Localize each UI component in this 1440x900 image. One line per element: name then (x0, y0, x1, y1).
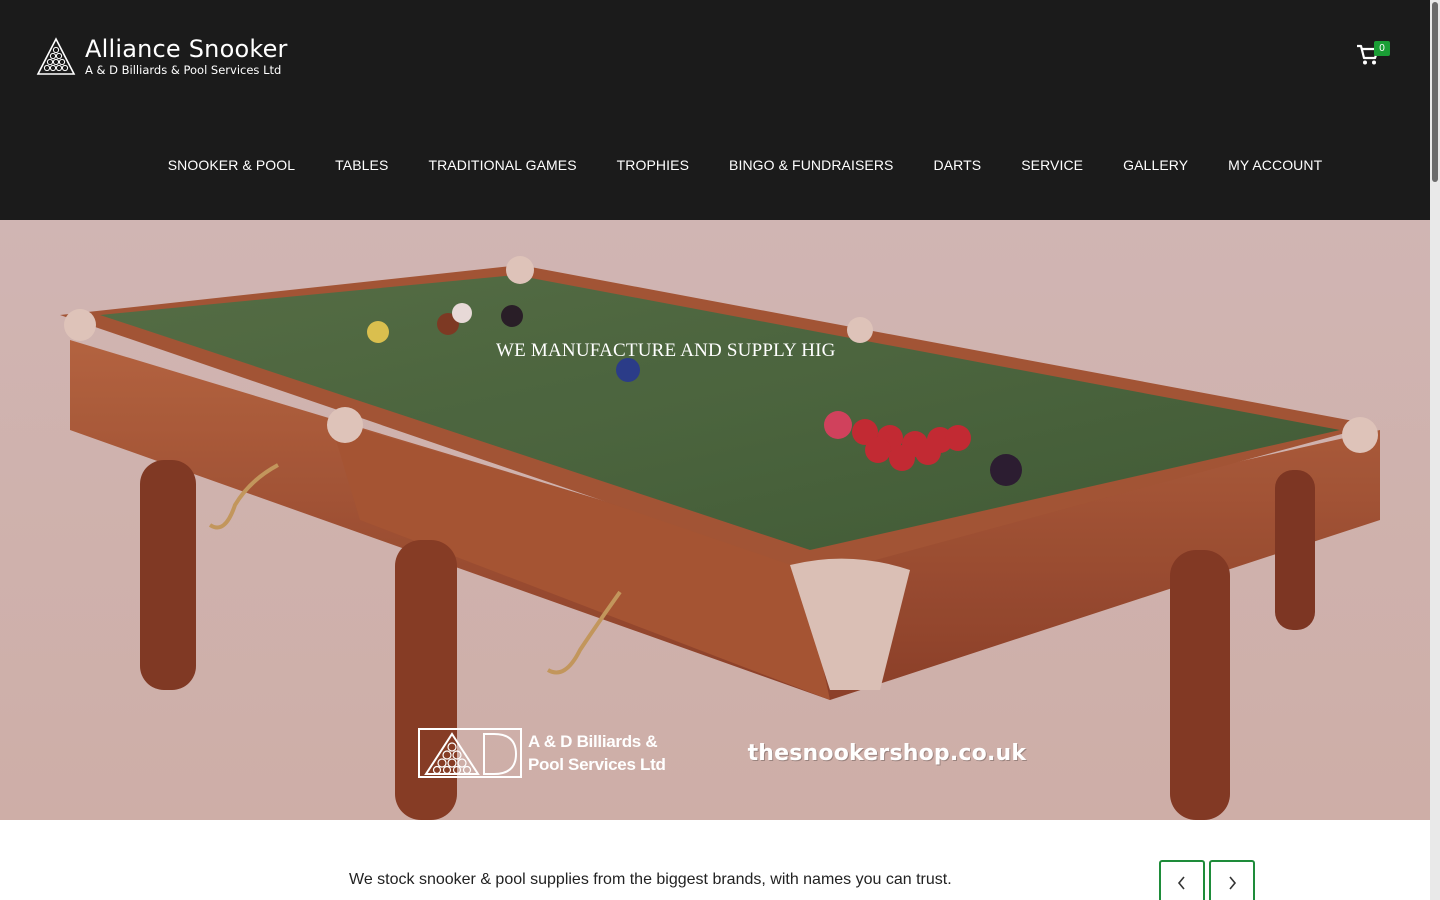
nav-item-gallery[interactable]: GALLERY (1103, 155, 1208, 175)
carousel-next-button[interactable] (1209, 860, 1255, 900)
ad-billiards-logo: A & D Billiards & Pool Services Ltd (418, 728, 666, 778)
logo-text: Alliance Snooker A & D Billiards & Pool … (85, 36, 288, 77)
ad-logo-text: A & D Billiards & Pool Services Ltd (528, 730, 666, 776)
chevron-right-icon (1229, 876, 1237, 890)
nav-item-darts[interactable]: DARTS (914, 155, 1002, 175)
site-logo[interactable]: Alliance Snooker A & D Billiards & Pool … (36, 36, 288, 77)
nav-item-service[interactable]: SERVICE (1001, 155, 1103, 175)
ad-logo-text-line2: Pool Services Ltd (528, 755, 666, 774)
logo-subtitle: A & D Billiards & Pool Services Ltd (85, 63, 282, 77)
ad-logo-text-line1: A & D Billiards & (528, 732, 658, 751)
ad-logo-mark (418, 728, 522, 778)
logo-title: Alliance Snooker (85, 35, 288, 63)
hero-logos: A & D Billiards & Pool Services Ltd thes… (418, 728, 1026, 778)
cart-count-badge: 0 (1374, 41, 1390, 56)
nav-item-traditional-games[interactable]: TRADITIONAL GAMES (408, 155, 596, 175)
triangle-rack-icon (36, 36, 76, 75)
carousel-prev-button[interactable] (1159, 860, 1205, 900)
nav-item-my-account[interactable]: MY ACCOUNT (1208, 155, 1342, 175)
snooker-shop-logo: thesnookershop.co.uk (747, 740, 1027, 766)
nav-item-trophies[interactable]: TROPHIES (597, 155, 709, 175)
brands-intro-text: We stock snooker & pool supplies from th… (349, 871, 952, 888)
hero-slider[interactable]: WE MANUFACTURE AND SUPPLY HIG A & D Bill… (0, 220, 1430, 820)
site-header: Alliance Snooker A & D Billiards & Pool … (0, 0, 1430, 220)
nav-item-bingo-fundraisers[interactable]: BINGO & FUNDRAISERS (709, 155, 913, 175)
scrollbar-thumb[interactable] (1432, 2, 1438, 182)
nav-item-tables[interactable]: TABLES (315, 155, 408, 175)
cart-button[interactable]: 0 (1356, 41, 1396, 70)
hero-tagline: WE MANUFACTURE AND SUPPLY HIG (496, 340, 836, 361)
main-nav: SNOOKER & POOL TABLES TRADITIONAL GAMES … (0, 155, 1430, 175)
nav-item-snooker-pool[interactable]: SNOOKER & POOL (148, 155, 315, 175)
page-scrollbar[interactable] (1430, 0, 1440, 900)
chevron-left-icon (1177, 876, 1185, 890)
